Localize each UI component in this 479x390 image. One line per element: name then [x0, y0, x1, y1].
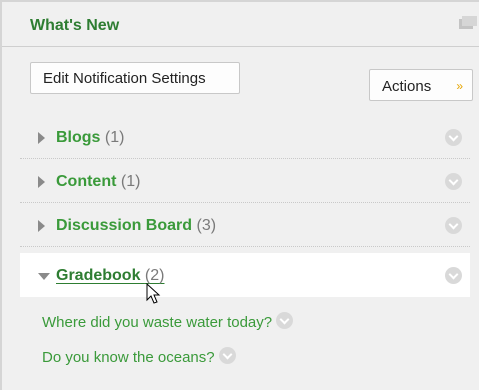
- section-options-icon[interactable]: [445, 217, 462, 239]
- edit-notification-settings-button[interactable]: Edit Notification Settings: [30, 62, 240, 94]
- section-discussion-board[interactable]: Discussion Board (3): [20, 203, 470, 247]
- module-header: What's New: [2, 2, 479, 47]
- expand-arrow-icon[interactable]: [38, 132, 45, 144]
- gradebook-item[interactable]: Do you know the oceans?: [42, 347, 236, 366]
- actions-label: Actions: [382, 78, 432, 95]
- section-options-icon[interactable]: [445, 129, 462, 151]
- whats-new-module: What's New Edit Notification Settings Ac…: [0, 0, 479, 390]
- section-label: Content (1): [56, 173, 141, 190]
- section-label: Blogs (1): [56, 129, 125, 146]
- item-options-icon[interactable]: [218, 347, 236, 364]
- section-blogs[interactable]: Blogs (1): [20, 115, 470, 159]
- item-options-icon[interactable]: [276, 312, 294, 329]
- module-title: What's New: [30, 17, 120, 34]
- expand-arrow-icon[interactable]: [38, 220, 45, 232]
- section-label: Discussion Board (3): [56, 217, 217, 234]
- window-collapse-icon[interactable]: [459, 16, 477, 29]
- collapse-arrow-icon[interactable]: [38, 273, 50, 280]
- section-gradebook[interactable]: Gradebook (2): [20, 253, 470, 297]
- expand-arrow-icon[interactable]: [38, 176, 45, 188]
- mouse-pointer-icon: [146, 282, 162, 305]
- gradebook-item[interactable]: Where did you waste water today?: [42, 312, 294, 331]
- double-chevron-down-icon: »: [456, 79, 463, 93]
- section-options-icon[interactable]: [445, 173, 462, 195]
- actions-button[interactable]: Actions »: [369, 69, 473, 101]
- section-content[interactable]: Content (1): [20, 159, 470, 203]
- section-options-icon[interactable]: [445, 267, 462, 289]
